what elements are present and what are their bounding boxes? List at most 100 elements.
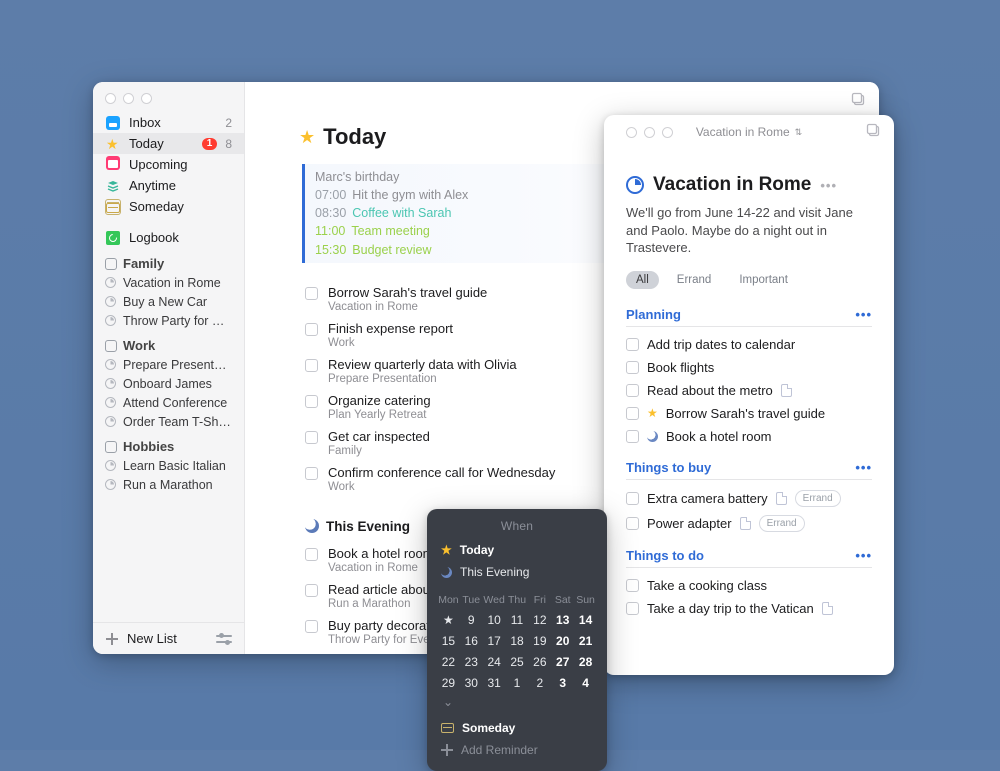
zoom-dot[interactable] bbox=[141, 93, 152, 104]
open-window-icon[interactable] bbox=[866, 123, 882, 139]
area-header[interactable]: Family bbox=[93, 254, 244, 273]
calendar-day[interactable]: 3 bbox=[551, 672, 574, 693]
calendar-day[interactable]: 31 bbox=[483, 672, 506, 693]
calendar-day[interactable]: 16 bbox=[460, 630, 483, 651]
checkbox[interactable] bbox=[626, 430, 639, 443]
project-task[interactable]: Power adapterErrand bbox=[626, 511, 872, 536]
calendar-day[interactable]: 9 bbox=[460, 609, 483, 630]
task-title: Finish expense report bbox=[328, 321, 453, 336]
calendar-day[interactable]: 14 bbox=[574, 609, 597, 630]
calendar-day[interactable]: 27 bbox=[551, 651, 574, 672]
calendar-day[interactable]: 28 bbox=[574, 651, 597, 672]
group-header[interactable]: Planning••• bbox=[626, 307, 872, 327]
calendar-day[interactable]: 17 bbox=[483, 630, 506, 651]
checkbox[interactable] bbox=[305, 467, 318, 480]
calendar-day[interactable]: 25 bbox=[506, 651, 529, 672]
sidebar-project[interactable]: Throw Party for Eve bbox=[93, 311, 244, 330]
when-today[interactable]: ★ Today bbox=[439, 539, 595, 561]
sidebar-project[interactable]: Order Team T-Shirts bbox=[93, 412, 244, 431]
project-task[interactable]: Read about the metro bbox=[626, 379, 872, 402]
project-task[interactable]: Book flights bbox=[626, 356, 872, 379]
checkbox[interactable] bbox=[626, 338, 639, 351]
minimize-dot[interactable] bbox=[123, 93, 134, 104]
calendar-day[interactable]: 11 bbox=[506, 609, 529, 630]
calendar-day[interactable]: 20 bbox=[551, 630, 574, 651]
project-task[interactable]: Book a hotel room bbox=[626, 425, 872, 448]
checkbox[interactable] bbox=[305, 287, 318, 300]
sidebar-project[interactable]: Buy a New Car bbox=[93, 292, 244, 311]
calendar-day[interactable]: 4 bbox=[574, 672, 597, 693]
sidebar-someday[interactable]: Someday bbox=[93, 196, 244, 217]
calendar[interactable]: MonTueWedThuFriSatSun ★91011121314151617… bbox=[437, 591, 597, 711]
calendar-day[interactable]: 23 bbox=[460, 651, 483, 672]
calendar-day[interactable]: 12 bbox=[528, 609, 551, 630]
sidebar-project[interactable]: Attend Conference bbox=[93, 393, 244, 412]
calendar-day[interactable]: 2 bbox=[528, 672, 551, 693]
checkbox[interactable] bbox=[626, 602, 639, 615]
when-evening[interactable]: This Evening bbox=[439, 561, 595, 583]
checkbox[interactable] bbox=[305, 323, 318, 336]
calendar-day[interactable]: 15 bbox=[437, 630, 460, 651]
checkbox[interactable] bbox=[305, 431, 318, 444]
sidebar-project[interactable]: Vacation in Rome bbox=[93, 273, 244, 292]
sidebar-upcoming[interactable]: Upcoming bbox=[93, 154, 244, 175]
calendar-day[interactable]: 24 bbox=[483, 651, 506, 672]
more-icon[interactable]: ••• bbox=[820, 178, 837, 193]
more-icon[interactable]: ••• bbox=[855, 548, 872, 563]
calendar-day[interactable]: 22 bbox=[437, 651, 460, 672]
sidebar-anytime[interactable]: Anytime bbox=[93, 175, 244, 196]
calendar-day[interactable]: 10 bbox=[483, 609, 506, 630]
more-icon[interactable]: ••• bbox=[855, 460, 872, 475]
sidebar-inbox[interactable]: Inbox 2 bbox=[93, 112, 244, 133]
when-someday[interactable]: Someday bbox=[439, 717, 595, 739]
checkbox[interactable] bbox=[305, 548, 318, 561]
window-title[interactable]: Vacation in Rome ⇅ bbox=[604, 125, 894, 139]
checkbox[interactable] bbox=[626, 492, 639, 505]
sidebar-today[interactable]: ★ Today 1 8 bbox=[93, 133, 244, 154]
calendar-day[interactable]: 29 bbox=[437, 672, 460, 693]
more-icon[interactable]: ••• bbox=[855, 307, 872, 322]
project-task[interactable]: Extra camera batteryErrand bbox=[626, 486, 872, 511]
project-task[interactable]: ★Borrow Sarah's travel guide bbox=[626, 402, 872, 425]
area-header[interactable]: Hobbies bbox=[93, 437, 244, 456]
area-header[interactable]: Work bbox=[93, 336, 244, 355]
group-header[interactable]: Things to do••• bbox=[626, 548, 872, 568]
new-list-button[interactable]: New List bbox=[127, 631, 177, 646]
checkbox[interactable] bbox=[305, 584, 318, 597]
checkbox[interactable] bbox=[626, 361, 639, 374]
calendar-day[interactable]: 1 bbox=[506, 672, 529, 693]
calendar-day[interactable]: 13 bbox=[551, 609, 574, 630]
tag[interactable]: Errand bbox=[667, 271, 722, 289]
calendar-day[interactable]: 26 bbox=[528, 651, 551, 672]
checkbox[interactable] bbox=[626, 407, 639, 420]
calendar-day[interactable]: 21 bbox=[574, 630, 597, 651]
sidebar-logbook[interactable]: Logbook bbox=[93, 227, 244, 248]
checkbox[interactable] bbox=[626, 579, 639, 592]
tag[interactable]: All bbox=[626, 271, 659, 289]
group-header[interactable]: Things to buy••• bbox=[626, 460, 872, 480]
checkbox[interactable] bbox=[626, 384, 639, 397]
checkbox[interactable] bbox=[305, 395, 318, 408]
calendar-day[interactable]: 30 bbox=[460, 672, 483, 693]
checkbox[interactable] bbox=[305, 620, 318, 633]
open-window-icon[interactable] bbox=[851, 92, 867, 108]
checkbox[interactable] bbox=[305, 359, 318, 372]
checkbox[interactable] bbox=[626, 517, 639, 530]
calendar-next[interactable]: ⌄ bbox=[437, 693, 597, 711]
calendar-day[interactable]: ★ bbox=[437, 609, 460, 630]
tag[interactable]: Important bbox=[729, 271, 798, 289]
sidebar-project[interactable]: Onboard James bbox=[93, 374, 244, 393]
sidebar-project[interactable]: Learn Basic Italian bbox=[93, 456, 244, 475]
project-task[interactable]: Take a cooking class bbox=[626, 574, 872, 597]
window-controls[interactable] bbox=[93, 90, 244, 112]
project-task[interactable]: Take a day trip to the Vatican bbox=[626, 597, 872, 620]
settings-icon[interactable] bbox=[216, 632, 232, 646]
sidebar-project[interactable]: Run a Marathon bbox=[93, 475, 244, 494]
sidebar-project[interactable]: Prepare Presentation bbox=[93, 355, 244, 374]
close-dot[interactable] bbox=[105, 93, 116, 104]
add-reminder[interactable]: Add Reminder bbox=[439, 739, 595, 761]
project-task[interactable]: Add trip dates to calendar bbox=[626, 333, 872, 356]
project-description[interactable]: We'll go from June 14-22 and visit Jane … bbox=[626, 204, 872, 257]
calendar-day[interactable]: 18 bbox=[506, 630, 529, 651]
calendar-day[interactable]: 19 bbox=[528, 630, 551, 651]
